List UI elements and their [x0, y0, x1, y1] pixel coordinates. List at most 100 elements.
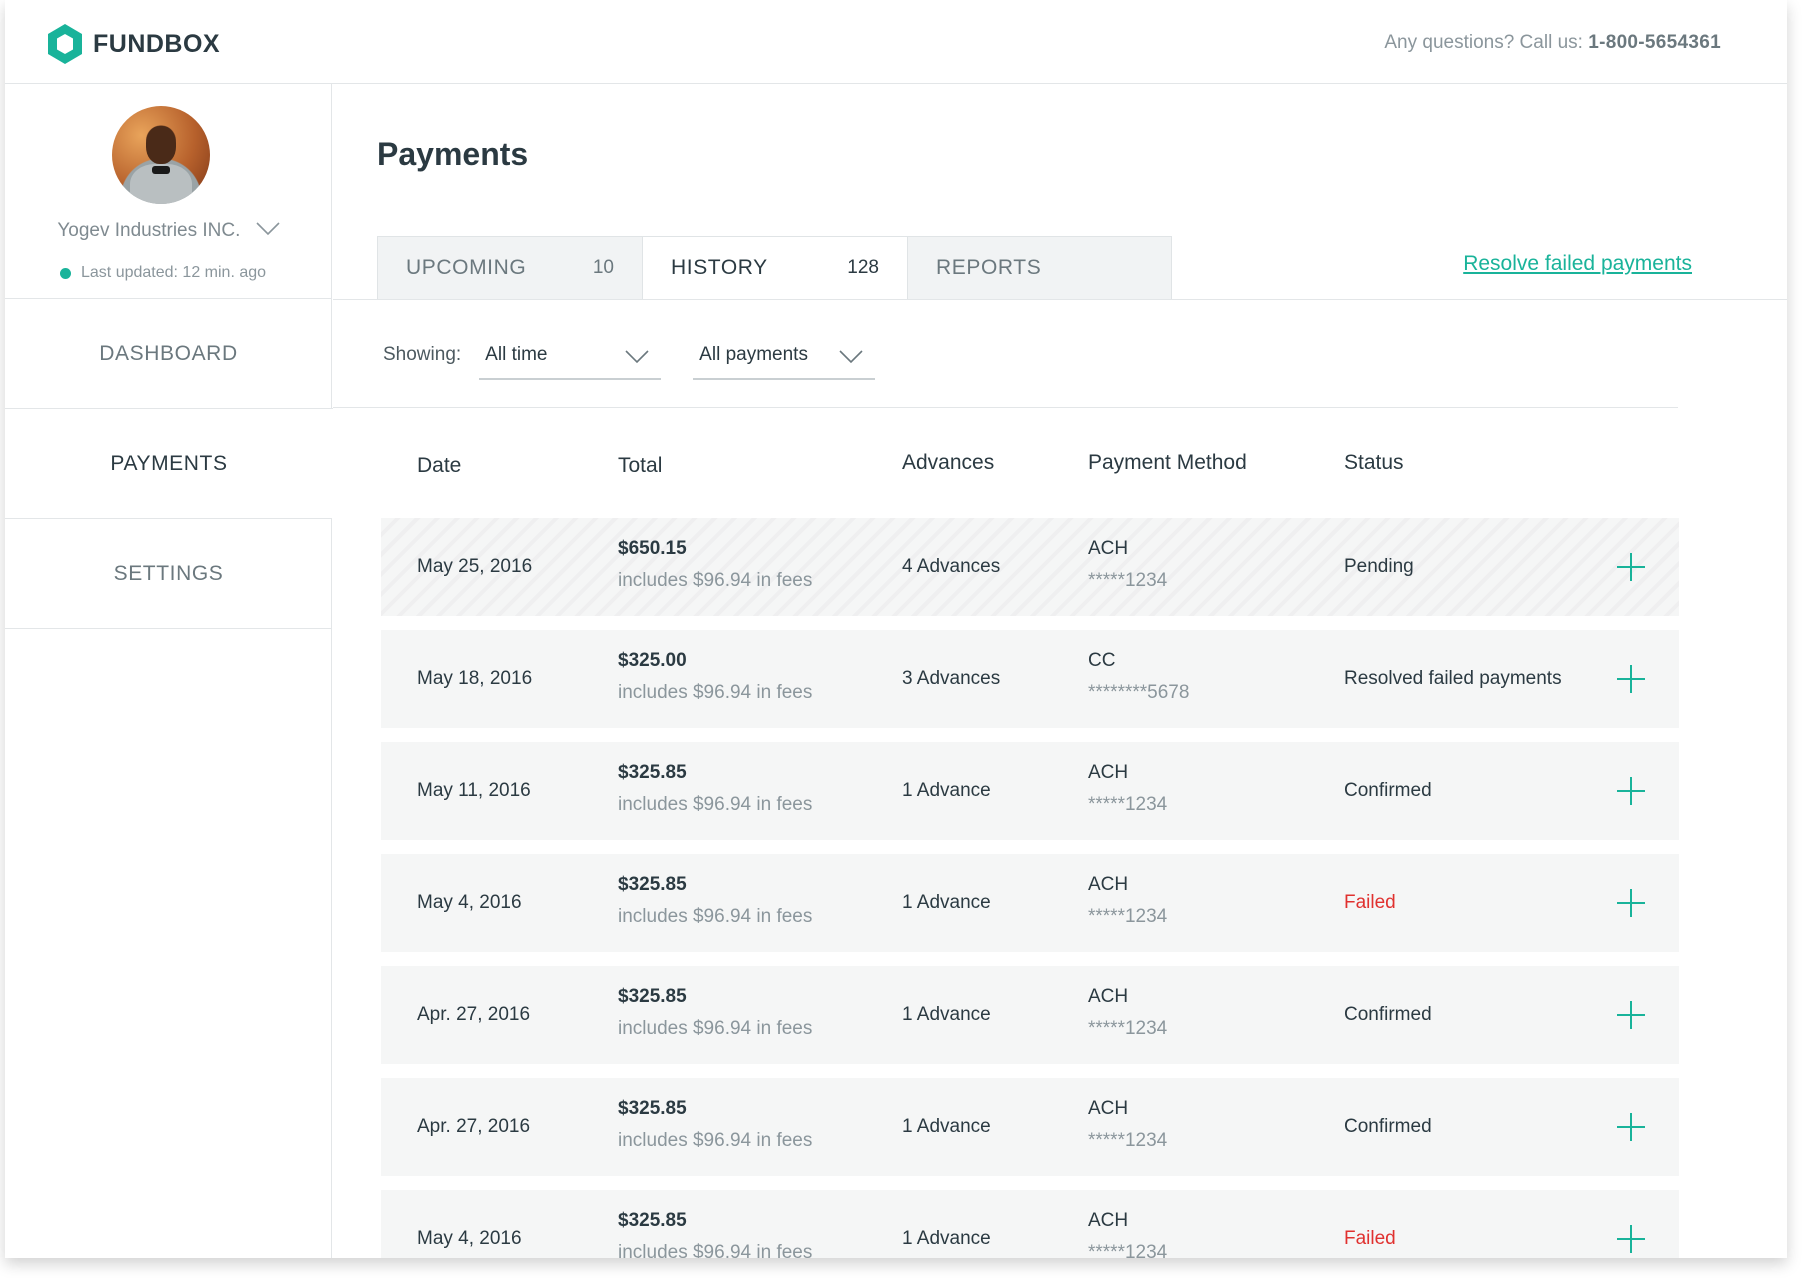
payment-total: $650.15 — [618, 538, 687, 559]
status-badge: Pending — [1344, 556, 1414, 577]
table-row[interactable]: May 4, 2016 $325.85 includes $96.94 in f… — [381, 1190, 1679, 1258]
column-header-payment-method[interactable]: Payment Method — [1088, 451, 1247, 475]
payment-fees: includes $96.94 in fees — [618, 682, 813, 703]
table-row[interactable]: May 11, 2016 $325.85 includes $96.94 in … — [381, 742, 1679, 840]
resolve-failed-payments-link[interactable]: Resolve failed payments — [1463, 252, 1692, 276]
chevron-down-icon — [839, 348, 863, 370]
status-badge: Confirmed — [1344, 1116, 1432, 1137]
payment-date: May 18, 2016 — [417, 668, 533, 689]
payment-advances: 1 Advance — [902, 1004, 991, 1025]
expand-plus-icon[interactable] — [1617, 665, 1645, 693]
time-range-select[interactable]: All time — [479, 322, 662, 380]
last-updated: Last updated: 12 min. ago — [60, 264, 266, 282]
payment-date: Apr. 27, 2016 — [417, 1116, 531, 1137]
payment-total: $325.85 — [618, 1098, 687, 1119]
sidebar-item-settings[interactable]: SETTINGS — [5, 518, 332, 628]
payment-total: $325.85 — [618, 986, 687, 1007]
sidebar: Yogev Industries INC. Last updated: 12 m… — [5, 84, 333, 1258]
payment-advances: 3 Advances — [902, 668, 1001, 689]
payment-method: ACH — [1088, 762, 1129, 783]
divider — [333, 299, 1787, 300]
payments-table: May 25, 2016 $650.15 includes $96.94 in … — [381, 518, 1679, 1258]
payment-type-select[interactable]: All payments — [693, 322, 876, 380]
tab-upcoming[interactable]: UPCOMING 10 — [377, 236, 642, 300]
payment-fees: includes $96.94 in fees — [618, 1018, 813, 1039]
payment-method: ACH — [1088, 1098, 1129, 1119]
payment-date: May 4, 2016 — [417, 892, 522, 913]
sidebar-item-payments[interactable]: PAYMENTS — [5, 408, 333, 518]
payment-total: $325.85 — [618, 874, 687, 895]
last-updated-text: Last updated: 12 min. ago — [81, 264, 267, 281]
company-selector[interactable]: Yogev Industries INC. — [5, 220, 332, 242]
payment-account: *****1234 — [1088, 906, 1168, 927]
payment-advances: 4 Advances — [902, 556, 1001, 577]
payment-method: ACH — [1088, 874, 1129, 895]
expand-plus-icon[interactable] — [1617, 1113, 1645, 1141]
contact-info: Any questions? Call us: 1-800-5654361 — [1384, 32, 1721, 54]
avatar[interactable] — [112, 106, 210, 204]
payment-advances: 1 Advance — [902, 1228, 991, 1249]
payment-date: May 11, 2016 — [417, 780, 531, 801]
tab-reports[interactable]: REPORTS — [907, 236, 1172, 300]
status-badge: Resolved failed payments — [1344, 668, 1562, 689]
table-row[interactable]: May 4, 2016 $325.85 includes $96.94 in f… — [381, 854, 1679, 952]
table-row[interactable]: May 25, 2016 $650.15 includes $96.94 in … — [381, 518, 1679, 616]
payment-method: ACH — [1088, 538, 1129, 559]
top-bar: FUNDBOX Any questions? Call us: 1-800-56… — [5, 0, 1787, 84]
expand-plus-icon[interactable] — [1617, 1225, 1645, 1253]
filters: Showing: All time All payments — [383, 322, 876, 380]
payment-date: Apr. 27, 2016 — [417, 1004, 531, 1025]
payment-fees: includes $96.94 in fees — [618, 570, 813, 591]
tab-label: REPORTS — [936, 256, 1042, 279]
column-header-total[interactable]: Total — [618, 454, 662, 478]
sidebar-item-dashboard[interactable]: DASHBOARD — [5, 298, 332, 408]
brand-name: FUNDBOX — [93, 29, 221, 58]
table-row[interactable]: Apr. 27, 2016 $325.85 includes $96.94 in… — [381, 1078, 1679, 1176]
table-row[interactable]: Apr. 27, 2016 $325.85 includes $96.94 in… — [381, 966, 1679, 1064]
phone-number[interactable]: 1-800-5654361 — [1588, 32, 1721, 53]
payment-total: $325.00 — [618, 650, 687, 671]
divider — [5, 628, 332, 629]
payment-account: *****1234 — [1088, 1018, 1168, 1039]
tab-history[interactable]: HISTORY 128 — [642, 236, 907, 300]
payment-account: *****1234 — [1088, 794, 1168, 815]
payment-method: ACH — [1088, 986, 1129, 1007]
column-header-advances[interactable]: Advances — [902, 451, 994, 475]
expand-plus-icon[interactable] — [1617, 889, 1645, 917]
select-value: All time — [485, 344, 548, 365]
status-badge: Confirmed — [1344, 1004, 1432, 1025]
column-header-date[interactable]: Date — [417, 454, 461, 478]
divider — [333, 407, 1678, 408]
status-dot-icon — [60, 267, 71, 279]
expand-plus-icon[interactable] — [1617, 777, 1645, 805]
hexagon-logo-icon — [48, 24, 82, 64]
payment-date: May 4, 2016 — [417, 1228, 522, 1249]
sidebar-item-label: PAYMENTS — [110, 451, 228, 475]
status-badge: Failed — [1344, 892, 1396, 913]
expand-plus-icon[interactable] — [1617, 1001, 1645, 1029]
expand-plus-icon[interactable] — [1617, 553, 1645, 581]
payment-total: $325.85 — [618, 1210, 687, 1231]
payment-fees: includes $96.94 in fees — [618, 906, 813, 927]
chevron-down-icon — [256, 220, 280, 242]
payment-fees: includes $96.94 in fees — [618, 1130, 813, 1151]
payment-account: *****1234 — [1088, 1130, 1168, 1151]
payment-date: May 25, 2016 — [417, 556, 533, 577]
payment-method: CC — [1088, 650, 1116, 671]
tab-count: 128 — [847, 257, 879, 278]
column-header-status[interactable]: Status — [1344, 451, 1404, 475]
table-row[interactable]: May 18, 2016 $325.00 includes $96.94 in … — [381, 630, 1679, 728]
status-badge: Failed — [1344, 1228, 1396, 1249]
payment-advances: 1 Advance — [902, 780, 991, 801]
page-title: Payments — [377, 136, 529, 172]
main-content: Payments UPCOMING 10 HISTORY 128 REPORTS… — [333, 84, 1787, 1258]
app-window: FUNDBOX Any questions? Call us: 1-800-56… — [5, 0, 1787, 1258]
payment-total: $325.85 — [618, 762, 687, 783]
sidebar-item-label: SETTINGS — [113, 561, 224, 585]
logo[interactable]: FUNDBOX — [45, 22, 220, 66]
sidebar-item-label: DASHBOARD — [99, 341, 238, 365]
company-name: Yogev Industries INC. — [57, 220, 241, 242]
tab-label: HISTORY — [671, 256, 768, 279]
select-value: All payments — [699, 344, 808, 365]
chevron-down-icon — [625, 348, 649, 370]
